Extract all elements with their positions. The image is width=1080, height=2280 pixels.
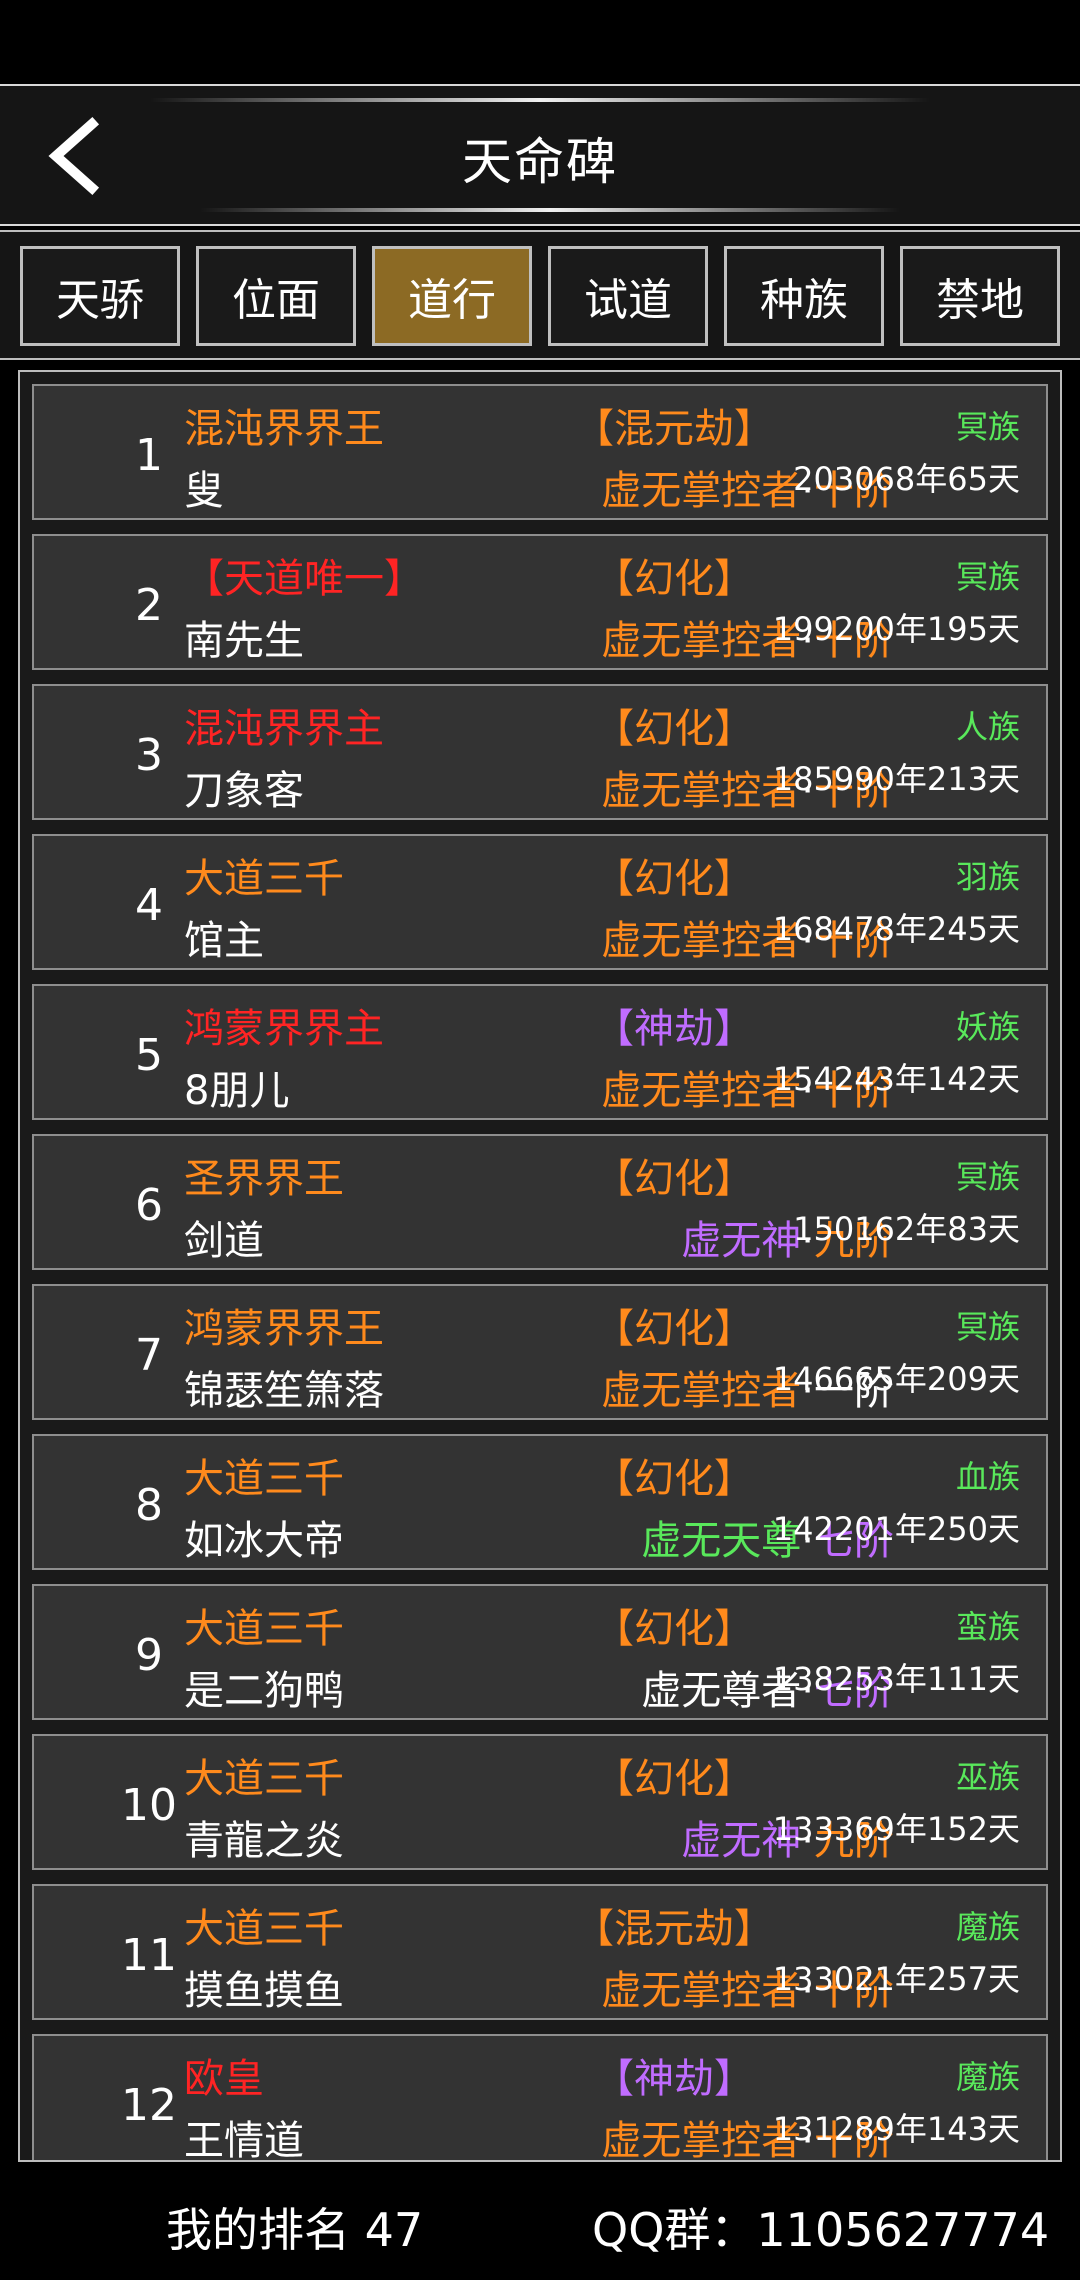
level-rank: 虚无掌控者 (601, 468, 802, 514)
table-row[interactable]: 8 大道三千 如冰大帝 【幻化】 虚无天尊·七阶 血族 142201年250天 (32, 1434, 1048, 1570)
level-rank: 虚无掌控者 (601, 768, 802, 814)
realm-badge: 【幻化】 (594, 1156, 754, 1202)
table-row[interactable]: 9 大道三千 是二狗鸭 【幻化】 虚无尊者·七阶 蛮族 138253年111天 (32, 1584, 1048, 1720)
realm-badge: 【幻化】 (594, 706, 754, 752)
player-name: 8朋儿 (184, 1068, 290, 1114)
page-title: 天命碑 (462, 133, 618, 191)
race-label: 人族 (955, 708, 1020, 746)
player-title: 【天道唯一】 (184, 556, 424, 602)
player-name: 剑道 (184, 1218, 264, 1264)
table-row[interactable]: 6 圣界界王 剑道 【幻化】 虚无神·九阶 冥族 150162年83天 (32, 1134, 1048, 1270)
player-name: 是二狗鸭 (184, 1668, 344, 1714)
realm-badge: 【幻化】 (594, 556, 754, 602)
player-title: 圣界界王 (184, 1156, 344, 1202)
race-label: 血族 (955, 1458, 1020, 1496)
table-row[interactable]: 5 鸿蒙界界主 8朋儿 【神劫】 虚无掌控者·十阶 妖族 154243年142天 (32, 984, 1048, 1120)
race-label: 巫族 (955, 1758, 1020, 1796)
player-name: 摸鱼摸鱼 (184, 1968, 344, 2014)
player-name: 馆主 (184, 918, 264, 964)
table-row[interactable]: 12 欧皇 王情道 【神劫】 虚无掌控者·十阶 魔族 131289年143天 (32, 2034, 1048, 2162)
level-rank: 虚无掌控者 (601, 1068, 802, 1114)
cultivation-time: 154243年142天 (772, 1060, 1020, 1098)
status-bar (0, 0, 1080, 84)
cultivation-time: 168478年245天 (772, 910, 1020, 948)
tab-tianjiao[interactable]: 天骄 (20, 246, 180, 346)
realm-badge: 【神劫】 (594, 2056, 754, 2102)
race-label: 蛮族 (955, 1608, 1020, 1646)
table-row[interactable]: 1 混沌界界王叟【混元劫】 虚无掌控者·十阶 冥族 203068年65天 (32, 384, 1048, 520)
race-label: 冥族 (955, 1308, 1020, 1346)
player-title: 大道三千 (184, 1906, 344, 1952)
cultivation-time: 131289年143天 (772, 2110, 1020, 2148)
player-name: 如冰大帝 (184, 1518, 344, 1564)
realm-badge: 【幻化】 (594, 856, 754, 902)
player-name: 南先生 (184, 618, 304, 664)
player-title: 鸿蒙界界主 (184, 1006, 384, 1052)
level-rank: 虚无掌控者 (601, 1368, 802, 1414)
realm-badge: 【幻化】 (594, 1756, 754, 1802)
cultivation-time: 133369年152天 (772, 1810, 1020, 1848)
race-label: 冥族 (955, 1158, 1020, 1196)
level-rank: 虚无神 (681, 1218, 802, 1264)
race-label: 妖族 (955, 1008, 1020, 1046)
player-name: 刀象客 (184, 768, 304, 814)
player-name: 锦瑟笙箫落 (184, 1368, 384, 1414)
player-name: 王情道 (184, 2118, 304, 2162)
ranking-list[interactable]: 1 混沌界界王叟【混元劫】 虚无掌控者·十阶 冥族 203068年65天 2 【天道唯一】南… (18, 370, 1062, 2162)
player-name: 青龍之炎 (184, 1818, 344, 1864)
race-label: 冥族 (955, 408, 1020, 446)
header-decoration-bottom (200, 208, 900, 212)
cultivation-time: 142201年250天 (772, 1510, 1020, 1548)
header-decoration-top (150, 98, 930, 102)
race-label: 魔族 (955, 2058, 1020, 2096)
cultivation-time: 138253年111天 (772, 1660, 1020, 1698)
my-rank-text: 我的排名 47 (166, 2203, 424, 2257)
tab-jindi[interactable]: 禁地 (900, 246, 1060, 346)
cultivation-time: 150162年83天 (793, 1210, 1020, 1248)
tab-zhongzu[interactable]: 种族 (724, 246, 884, 346)
player-title: 大道三千 (184, 1456, 344, 1502)
player-title: 欧皇 (184, 2056, 264, 2102)
level-rank: 虚无掌控者 (601, 1968, 802, 2014)
player-title: 混沌界界主 (184, 706, 384, 752)
realm-badge: 【幻化】 (594, 1606, 754, 1652)
player-title: 大道三千 (184, 1606, 344, 1652)
cultivation-time: 133021年257天 (772, 1960, 1020, 1998)
level-rank: 虚无掌控者 (601, 618, 802, 664)
cultivation-time: 146665年209天 (772, 1360, 1020, 1398)
table-row[interactable]: 2 【天道唯一】 南先生 【幻化】 虚无掌控者·十阶 冥族 199200年195天 (32, 534, 1048, 670)
tab-shidao[interactable]: 试道 (548, 246, 708, 346)
cultivation-time: 199200年195天 (772, 610, 1020, 648)
table-row[interactable]: 7 鸿蒙界界王 锦瑟笙箫落 【幻化】 虚无掌控者·一阶 冥族 146665年209天 (32, 1284, 1048, 1420)
tab-weimian[interactable]: 位面 (196, 246, 356, 346)
race-label: 冥族 (955, 558, 1020, 596)
cultivation-time: 185990年213天 (772, 760, 1020, 798)
player-title: 鸿蒙界界王 (184, 1306, 384, 1352)
tab-bar: 天骄 位面 道行 试道 种族 禁地 (0, 230, 1080, 360)
realm-badge: 【幻化】 (594, 1456, 754, 1502)
table-row[interactable]: 4 大道三千 馆主 【幻化】 虚无掌控者·十阶 羽族 168478年245天 (32, 834, 1048, 970)
table-row[interactable]: 10 大道三千 青龍之炎 【幻化】 虚无神·九阶 巫族 133369年152天 (32, 1734, 1048, 1870)
tab-daoxing[interactable]: 道行 (372, 246, 532, 346)
player-title: 大道三千 (184, 856, 344, 902)
table-row[interactable]: 11 大道三千 摸鱼摸鱼 【混元劫】 虚无掌控者·十阶 魔族 133021年257天 (32, 1884, 1048, 2020)
realm-badge: 【幻化】 (594, 1306, 754, 1352)
table-row[interactable]: 3 混沌界界主 刀象客 【幻化】 虚无掌控者·十阶 人族 185990年213天 (32, 684, 1048, 820)
footer: 我的排名 47 QQ群：1105627774 (0, 2170, 1080, 2280)
qq-group-text: QQ群：1105627774 (592, 2203, 1050, 2257)
level-rank: 虚无掌控者 (601, 918, 802, 964)
race-label: 羽族 (955, 858, 1020, 896)
player-name: 叟 (184, 468, 224, 514)
realm-badge: 【混元劫】 (574, 406, 774, 452)
player-title: 混沌界界王 (184, 406, 384, 452)
cultivation-time: 203068年65天 (793, 460, 1020, 498)
level-rank: 虚无掌控者 (601, 2118, 802, 2162)
player-title: 大道三千 (184, 1756, 344, 1802)
realm-badge: 【神劫】 (594, 1006, 754, 1052)
race-label: 魔族 (955, 1908, 1020, 1946)
realm-badge: 【混元劫】 (574, 1906, 774, 1952)
header: 天命碑 (0, 84, 1080, 226)
